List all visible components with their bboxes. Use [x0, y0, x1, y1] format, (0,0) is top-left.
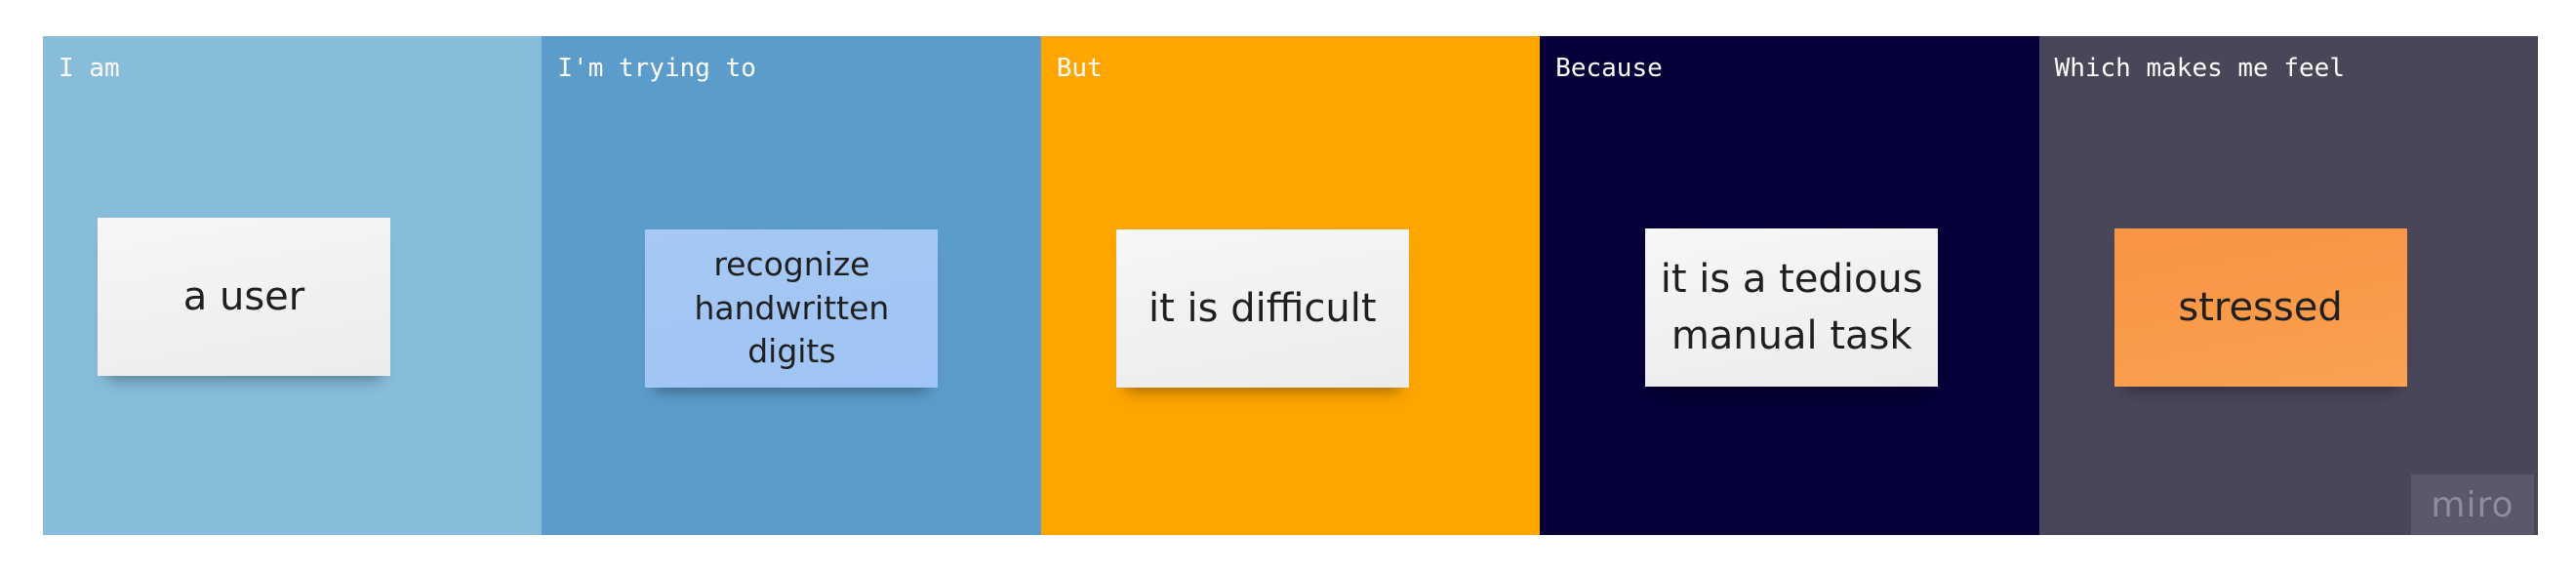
problem-statement-board: I am a user I'm trying to recognize hand… [43, 36, 2538, 535]
column-label: I'm trying to [557, 54, 756, 83]
sticky-note-text: recognize handwritten digits [694, 244, 890, 371]
column-trying-to: I'm trying to recognize handwritten digi… [542, 36, 1041, 535]
column-label: Which makes me feel [2054, 54, 2345, 83]
sticky-note[interactable]: recognize handwritten digits [645, 229, 939, 388]
column-label: But [1056, 54, 1103, 83]
sticky-note-text: it is a tedious manual task [1660, 257, 1923, 358]
column-i-am: I am a user [43, 36, 543, 535]
sticky-note[interactable]: a user [98, 218, 390, 376]
sticky-note-text: it is difficult [1148, 286, 1377, 331]
sticky-note-text: stressed [2178, 285, 2343, 330]
column-feel: Which makes me feel stressed miro [2038, 36, 2538, 535]
column-label: I am [59, 54, 120, 83]
sticky-note[interactable]: it is a tedious manual task [1645, 228, 1939, 387]
sticky-note-text: a user [182, 274, 305, 319]
miro-watermark: miro [2410, 474, 2534, 535]
sticky-note[interactable]: it is difficult [1115, 229, 1409, 388]
column-label: Because [1555, 54, 1663, 83]
column-because: Because it is a tedious manual task [1540, 36, 2039, 535]
column-but: But it is difficult [1040, 36, 1541, 535]
sticky-note[interactable]: stressed [2113, 228, 2407, 387]
